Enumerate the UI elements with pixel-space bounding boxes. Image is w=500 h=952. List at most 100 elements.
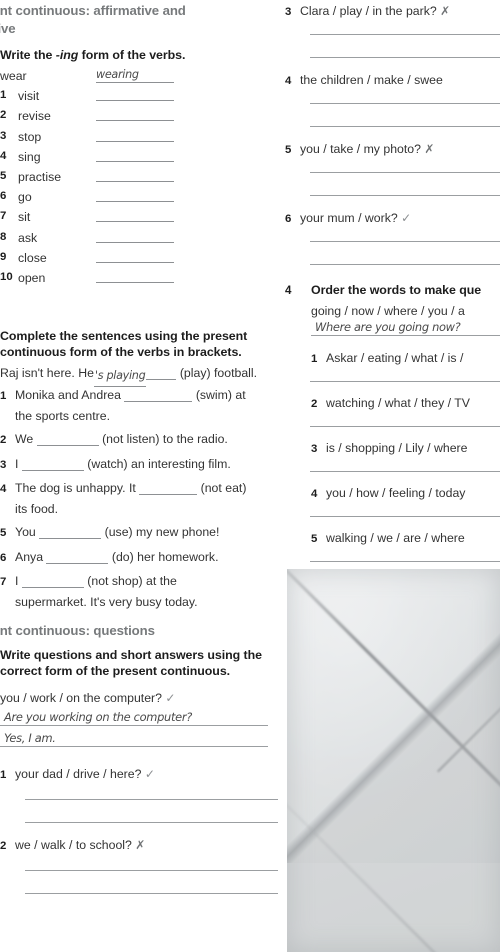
item-continuation: its food. (15, 501, 59, 516)
item-blank[interactable] (39, 526, 102, 539)
item-number: 7 (0, 576, 7, 588)
sentence-item: 7I (not shop) at the supermarket. It's v… (0, 572, 272, 612)
check-icon: ✓ (401, 211, 412, 225)
verb-number: 2 (0, 109, 7, 122)
answer-line[interactable] (25, 822, 278, 823)
cross-icon: ✗ (135, 838, 146, 852)
workbook-page: esent continuous: affirmative and gative… (0, 0, 500, 952)
verb-row: 5 practise (0, 170, 260, 190)
exercise-1-instruction: Write the -ing form of the verbs. (0, 48, 280, 64)
envelope-vignette (287, 569, 500, 952)
item-blank[interactable] (21, 458, 84, 471)
verb-word: stop (18, 129, 42, 144)
item-number: 6 (285, 213, 292, 225)
example-answer-question[interactable]: Are you working on the computer? (0, 710, 268, 726)
answer-line[interactable] (310, 381, 500, 382)
item-number: 2 (0, 434, 7, 446)
item-blank[interactable] (124, 389, 193, 402)
item-after: (not shop) at the (87, 574, 177, 588)
verb-word: open (18, 270, 46, 285)
envelope-photo (287, 569, 500, 952)
verb-answer-blank[interactable] (96, 120, 174, 122)
item-after: (watch) an interesting film. (87, 456, 231, 471)
verb-answer-blank[interactable] (96, 180, 174, 182)
exercise-2-example-before: Raj isn't here. He (0, 366, 94, 380)
verb-answer-blank[interactable] (96, 221, 174, 223)
check-icon: ✓ (165, 691, 176, 705)
item-blank[interactable] (139, 482, 198, 495)
exercise-4-item: 4 you / how / feeling / today (311, 484, 500, 505)
answer-line[interactable] (310, 172, 500, 173)
sentence-item: 5 You (use) my new phone! (0, 523, 272, 544)
example-prompt-text: you / work / on the computer? (0, 691, 162, 705)
sentence-item: 6 Anya (do) her homework. (0, 548, 272, 569)
exercise-1-verb-list: wear wearing 1 visit 2 revise 3 stop 4 s… (0, 68, 260, 291)
answer-line[interactable] (25, 799, 278, 800)
exercise-4-item: 1 Askar / eating / what / is / (311, 349, 500, 370)
item-number: 5 (285, 144, 292, 156)
item-before: I (15, 456, 19, 471)
item-number: 5 (0, 527, 7, 539)
answer-line[interactable] (310, 241, 500, 242)
item-blank[interactable] (36, 433, 99, 446)
exercise-3-item-1: 1 your dad / drive / here? ✓ (0, 765, 272, 786)
item-before: Monika and Andrea (15, 388, 121, 402)
item-continuation: the sports centre. (15, 408, 111, 423)
item-prompt: walking / we / are / where (326, 531, 465, 545)
verb-answer-blank[interactable] (96, 281, 174, 283)
exercise-4-number: 4 (285, 284, 292, 297)
exercise-3-item-4: 4 the children / make / swee (285, 71, 500, 92)
verb-answer-blank[interactable] (96, 140, 174, 142)
verb-number: 3 (0, 129, 7, 142)
item-prompt: your dad / drive / here? (15, 767, 142, 781)
exercise-2-example-answer[interactable]: 's playing (93, 366, 147, 387)
item-blank[interactable] (46, 551, 109, 564)
verb-answer-blank[interactable] (96, 201, 174, 203)
example-answer-short[interactable]: Yes, I am. (0, 731, 268, 747)
answer-line[interactable] (310, 103, 500, 104)
sentence-item: 3I (watch) an interesting film. (0, 455, 272, 476)
verb-word: sing (18, 149, 41, 164)
verb-row: 8 ask (0, 231, 260, 251)
verb-answer-example[interactable]: wearing (96, 68, 174, 83)
item-blank[interactable] (21, 575, 84, 588)
item-after: (swim) at (195, 388, 246, 402)
verb-number: 7 (0, 210, 7, 223)
item-prompt: you / take / my photo? (300, 142, 421, 156)
answer-line[interactable] (310, 561, 500, 562)
verb-word: close (18, 250, 47, 265)
exercise-3-item-6: 6 your mum / work? ✓ (285, 209, 500, 230)
exercise-3-example-answers: Are you working on the computer? Yes, I … (0, 710, 268, 747)
exercise-1-instruction-part-2: form of the verbs. (81, 48, 186, 62)
item-prompt: your mum / work? (300, 211, 398, 225)
item-before: You (15, 525, 36, 539)
exercise-4-item: 5 walking / we / are / where (311, 529, 500, 550)
verb-number: 1 (0, 89, 7, 102)
verb-answer-blank[interactable] (96, 100, 174, 102)
verb-answer-blank[interactable] (96, 261, 174, 263)
exercise-1-instruction-part-1: Write the (0, 48, 53, 62)
item-prompt: is / shopping / Lily / where (326, 441, 468, 455)
answer-line[interactable] (310, 471, 500, 472)
item-before: I (15, 574, 19, 588)
answer-line[interactable] (25, 893, 278, 894)
answer-line[interactable] (310, 34, 500, 35)
item-continuation: supermarket. It's very busy today. (15, 594, 198, 609)
verb-row: 10 open (0, 271, 260, 291)
answer-line[interactable] (310, 264, 500, 265)
verb-answer-blank[interactable] (96, 160, 174, 162)
verb-number: 5 (0, 169, 7, 182)
exercise-4-example-answer[interactable]: Where are you going now? (311, 320, 500, 336)
answer-line[interactable] (310, 195, 500, 196)
item-number: 1 (0, 390, 7, 402)
item-after: (not eat) (200, 481, 247, 495)
item-number: 4 (285, 75, 292, 87)
verb-answer-blank[interactable] (96, 241, 174, 243)
answer-line[interactable] (310, 426, 500, 427)
answer-line[interactable] (310, 57, 500, 58)
answer-line[interactable] (310, 516, 500, 517)
item-before: We (15, 432, 34, 446)
answer-line[interactable] (25, 870, 278, 871)
answer-line[interactable] (310, 126, 500, 127)
verb-row: 6 go (0, 190, 260, 210)
